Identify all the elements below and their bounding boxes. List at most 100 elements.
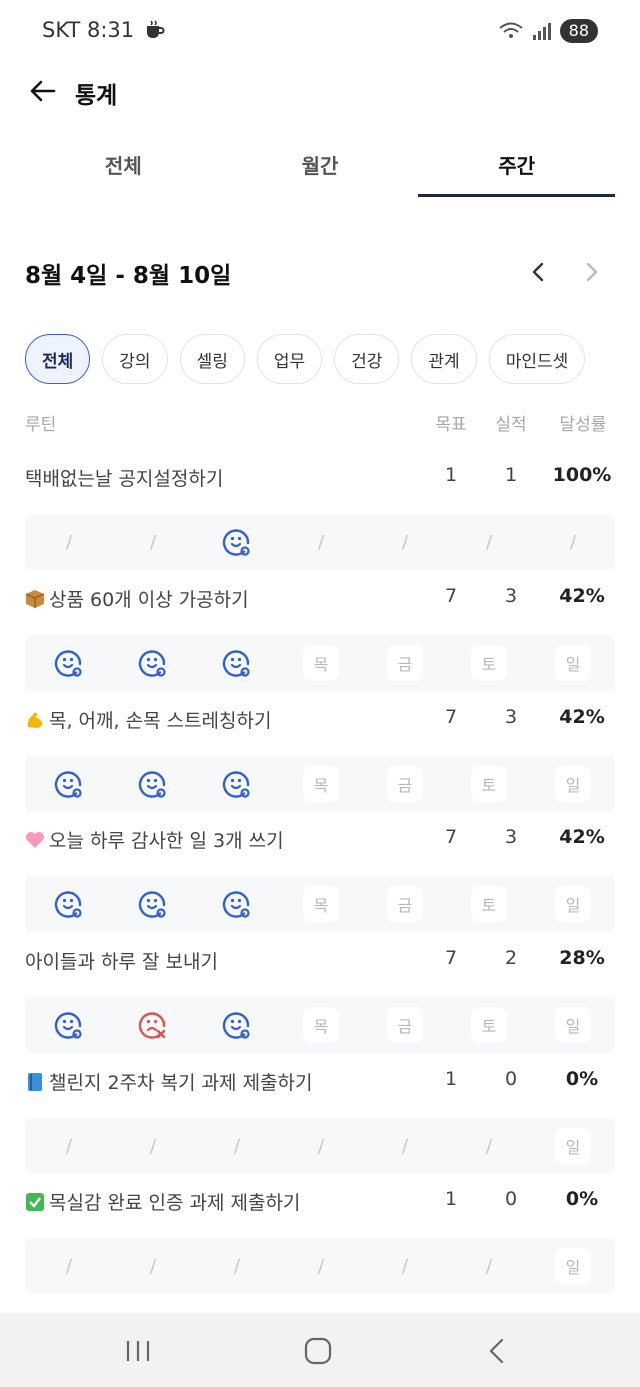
day-cell[interactable]: / (363, 1238, 447, 1294)
routine-item[interactable]: 오늘 하루 감사한 일 3개 쓰기 7 3 42% 목 금 토 일 (25, 820, 615, 932)
day-cell[interactable]: 일 (531, 1118, 615, 1174)
routine-item[interactable]: 상품 60개 이상 가공하기 7 3 42% 목 금 토 일 (25, 579, 615, 691)
day-cell[interactable]: 목 (279, 997, 363, 1053)
smile-face-icon (54, 771, 82, 798)
chip-health[interactable]: 건강 (334, 334, 400, 384)
day-cell[interactable]: / (279, 1238, 363, 1294)
chip-relation[interactable]: 관계 (411, 334, 477, 384)
chip-selling[interactable]: 셀링 (179, 334, 245, 384)
routine-item[interactable]: 목실감 완료 인증 과제 제출하기 1 0 0% / / / / / / 일 (25, 1182, 615, 1294)
day-cell[interactable] (195, 997, 279, 1053)
flexed-arm-icon (27, 712, 43, 728)
day-cell[interactable]: / (195, 1238, 279, 1294)
day-empty: / (65, 1255, 73, 1277)
day-cell[interactable]: 금 (363, 997, 447, 1053)
day-cell[interactable]: / (27, 1238, 111, 1294)
day-cell[interactable]: / (195, 1118, 279, 1174)
day-cell[interactable]: / (111, 1238, 195, 1294)
system-back-icon[interactable] (478, 1335, 518, 1367)
day-pending[interactable]: 목 (303, 886, 339, 922)
day-cell[interactable] (27, 756, 111, 812)
day-cell[interactable] (195, 635, 279, 691)
day-empty: / (149, 1255, 157, 1277)
day-pending[interactable]: 일 (555, 766, 591, 802)
day-cell[interactable]: 금 (363, 635, 447, 691)
day-pending[interactable]: 일 (555, 886, 591, 922)
day-cell[interactable]: 일 (531, 1238, 615, 1294)
recent-apps-icon[interactable] (118, 1335, 158, 1367)
home-icon[interactable] (298, 1335, 338, 1367)
tab-weekly[interactable]: 주간 (418, 140, 615, 198)
day-pending[interactable]: 목 (303, 766, 339, 802)
day-cell[interactable] (195, 876, 279, 932)
day-cell[interactable] (27, 997, 111, 1053)
day-pending[interactable]: 일 (555, 1128, 591, 1164)
day-cell[interactable]: / (111, 1118, 195, 1174)
day-cell[interactable] (27, 876, 111, 932)
day-cell[interactable]: 토 (447, 997, 531, 1053)
day-pending[interactable]: 금 (387, 766, 423, 802)
smile-face-icon (138, 891, 166, 918)
week-range: 8월 4일 - 8월 10일 (25, 263, 232, 289)
day-cell[interactable] (111, 756, 195, 812)
day-cell[interactable]: / (447, 514, 531, 570)
day-pending[interactable]: 토 (471, 645, 507, 681)
tab-all[interactable]: 전체 (25, 140, 222, 198)
day-cell[interactable]: / (111, 514, 195, 570)
day-cell[interactable]: / (447, 1118, 531, 1174)
day-pending[interactable]: 일 (555, 1007, 591, 1043)
chevron-left-icon[interactable] (525, 258, 553, 286)
day-pending[interactable]: 일 (555, 1248, 591, 1284)
day-pending[interactable]: 토 (471, 1007, 507, 1043)
tab-monthly[interactable]: 월간 (222, 140, 419, 198)
day-cell[interactable]: / (531, 514, 615, 570)
day-cell[interactable] (111, 997, 195, 1053)
routine-item[interactable]: 챌린지 2주차 복기 과제 제출하기 1 0 0% / / / / / / 일 (25, 1062, 615, 1174)
day-cell[interactable]: 일 (531, 876, 615, 932)
day-pending[interactable]: 금 (387, 886, 423, 922)
chevron-right-icon[interactable] (577, 258, 605, 286)
day-cell[interactable]: 토 (447, 876, 531, 932)
day-cell[interactable]: 일 (531, 997, 615, 1053)
day-cell[interactable] (195, 756, 279, 812)
day-cell[interactable]: 토 (447, 635, 531, 691)
chip-all[interactable]: 전체 (25, 334, 91, 384)
day-pending[interactable]: 금 (387, 645, 423, 681)
chip-work[interactable]: 업무 (256, 334, 323, 384)
day-pending[interactable]: 목 (303, 645, 339, 681)
day-cell[interactable]: / (447, 1238, 531, 1294)
routine-item[interactable]: 목, 어깨, 손목 스트레칭하기 7 3 42% 목 금 토 일 (25, 700, 615, 812)
day-pending[interactable]: 토 (471, 886, 507, 922)
routine-item[interactable]: 택배없는날 공지설정하기 1 1 100% / / / / / / (25, 458, 615, 570)
routine-header: 챌린지 2주차 복기 과제 제출하기 1 0 0% (25, 1062, 615, 1118)
day-pending[interactable]: 일 (555, 645, 591, 681)
chip-lecture[interactable]: 강의 (102, 334, 168, 384)
day-cell[interactable]: 목 (279, 635, 363, 691)
day-cell[interactable]: / (27, 1118, 111, 1174)
day-cell[interactable]: 목 (279, 756, 363, 812)
day-cell[interactable]: 금 (363, 876, 447, 932)
day-cell[interactable]: 목 (279, 876, 363, 932)
routine-name: 상품 60개 이상 가공하기 (25, 585, 249, 612)
header-rate: 달성률 (559, 415, 607, 435)
day-cell[interactable]: / (279, 514, 363, 570)
day-cell[interactable]: / (363, 514, 447, 570)
routine-rate: 100% (552, 464, 612, 486)
chip-mindset[interactable]: 마인드셋 (488, 334, 586, 384)
day-cell[interactable]: 일 (531, 756, 615, 812)
day-cell[interactable]: 금 (363, 756, 447, 812)
day-cell[interactable]: 일 (531, 635, 615, 691)
day-pending[interactable]: 토 (471, 766, 507, 802)
routine-item[interactable]: 아이들과 하루 잘 보내기 7 2 28% 목 금 토 일 (25, 941, 615, 1053)
day-cell[interactable] (111, 876, 195, 932)
day-cell[interactable]: 토 (447, 756, 531, 812)
day-cell[interactable]: / (279, 1118, 363, 1174)
day-pending[interactable]: 목 (303, 1007, 339, 1043)
day-cell[interactable] (195, 514, 279, 570)
day-cell[interactable]: / (27, 514, 111, 570)
day-cell[interactable] (27, 635, 111, 691)
day-cell[interactable]: / (363, 1118, 447, 1174)
back-arrow-icon[interactable] (28, 76, 58, 106)
day-pending[interactable]: 금 (387, 1007, 423, 1043)
day-cell[interactable] (111, 635, 195, 691)
